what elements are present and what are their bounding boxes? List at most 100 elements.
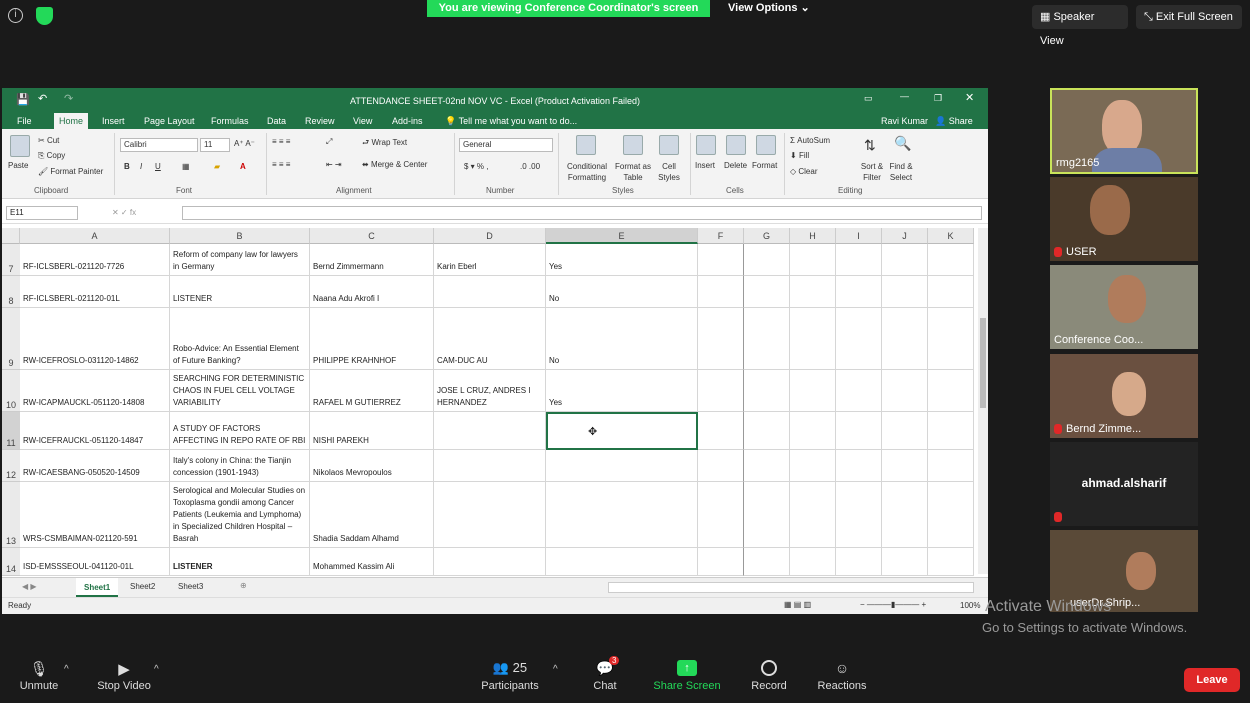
table-cell[interactable]: RF-ICLSBERL-021120-7726 bbox=[20, 244, 170, 276]
conditional-formatting-icon[interactable] bbox=[576, 135, 596, 155]
table-cell[interactable] bbox=[744, 370, 790, 412]
table-cell[interactable]: RW-ICAPMAUCKL-051120-14808 bbox=[20, 370, 170, 412]
table-cell[interactable] bbox=[698, 450, 744, 482]
table-cell[interactable] bbox=[744, 244, 790, 276]
table-cell[interactable] bbox=[836, 548, 882, 576]
table-cell[interactable]: WRS-CSMBAIMAN-021120-591 bbox=[20, 482, 170, 548]
sheet-tab-1[interactable]: Sheet1 bbox=[76, 578, 119, 597]
indent-icon[interactable]: ⇤ ⇥ bbox=[326, 160, 342, 169]
table-cell[interactable] bbox=[928, 450, 974, 482]
table-cell[interactable]: Robo-Advice: An Essential Element of Fut… bbox=[170, 308, 310, 370]
share-screen-button[interactable]: ↑ Share Screen bbox=[652, 660, 722, 692]
table-cell[interactable] bbox=[836, 412, 882, 450]
table-cell[interactable] bbox=[882, 244, 928, 276]
zoom-slider[interactable]: − ———▮——— + bbox=[860, 600, 926, 609]
chevron-up-icon[interactable]: ^ bbox=[154, 664, 159, 675]
insert-cells-button[interactable]: Insert bbox=[695, 161, 715, 170]
table-cell[interactable] bbox=[882, 276, 928, 308]
table-cell[interactable]: Mohammed Kassim Ali bbox=[310, 548, 434, 576]
video-tile[interactable]: Bernd Zimme... bbox=[1050, 354, 1198, 438]
tab-review[interactable]: Review bbox=[302, 113, 338, 129]
row-header[interactable]: 9 bbox=[2, 308, 20, 370]
sheet-nav-icon[interactable]: ◀ ▶ bbox=[22, 582, 37, 591]
stop-video-button[interactable]: ▶ Stop Video bbox=[94, 660, 154, 692]
table-cell[interactable]: LISTENER bbox=[170, 276, 310, 308]
column-header-i[interactable]: I bbox=[836, 228, 882, 244]
row-header[interactable]: 10 bbox=[2, 370, 20, 412]
table-cell[interactable] bbox=[434, 412, 546, 450]
table-cell[interactable] bbox=[836, 482, 882, 548]
video-tile[interactable]: USER bbox=[1050, 177, 1198, 261]
format-painter-button[interactable]: 🖌 Format Painter bbox=[38, 167, 103, 176]
table-cell[interactable] bbox=[882, 450, 928, 482]
table-cell[interactable] bbox=[790, 482, 836, 548]
cell-styles-button[interactable]: Cell Styles bbox=[654, 161, 684, 183]
table-cell[interactable] bbox=[882, 482, 928, 548]
cell-styles-icon[interactable] bbox=[659, 135, 679, 155]
select-all-corner[interactable] bbox=[2, 228, 20, 244]
column-header-d[interactable]: D bbox=[434, 228, 546, 244]
row-header[interactable]: 14 bbox=[2, 548, 20, 576]
fill-color-icon[interactable]: ▰ bbox=[214, 162, 220, 171]
format-as-table-icon[interactable] bbox=[623, 135, 643, 155]
exit-full-screen-button[interactable]: ⤡ Exit Full Screen bbox=[1136, 5, 1242, 29]
sort-filter-button[interactable]: Sort & Filter bbox=[858, 161, 886, 183]
table-cell[interactable]: SEARCHING FOR DETERMINISTIC CHAOS IN FUE… bbox=[170, 370, 310, 412]
magnifier-icon[interactable]: 🔍 bbox=[894, 135, 911, 152]
format-as-table-button[interactable]: Format as Table bbox=[613, 161, 653, 183]
view-options-button[interactable]: View Options ⌄ bbox=[728, 0, 810, 17]
table-cell[interactable]: Yes bbox=[546, 244, 698, 276]
format-cells-icon[interactable] bbox=[756, 135, 776, 155]
table-cell[interactable] bbox=[790, 548, 836, 576]
tab-page-layout[interactable]: Page Layout bbox=[141, 113, 198, 129]
column-header-f[interactable]: F bbox=[698, 228, 744, 244]
table-cell[interactable] bbox=[928, 482, 974, 548]
table-cell[interactable]: Karin Eberl bbox=[434, 244, 546, 276]
tab-formulas[interactable]: Formulas bbox=[208, 113, 252, 129]
table-cell[interactable] bbox=[434, 482, 546, 548]
video-tile[interactable]: ahmad.alsharif bbox=[1050, 442, 1198, 526]
table-cell[interactable] bbox=[546, 450, 698, 482]
chevron-up-icon[interactable]: ^ bbox=[553, 664, 558, 675]
table-cell[interactable] bbox=[698, 482, 744, 548]
sort-icon[interactable]: ⇅ bbox=[864, 137, 876, 154]
table-cell[interactable]: NISHI PAREKH bbox=[310, 412, 434, 450]
table-cell[interactable]: RF-ICLSBERL-021120-01L bbox=[20, 276, 170, 308]
leave-button[interactable]: Leave bbox=[1184, 668, 1240, 692]
column-header-j[interactable]: J bbox=[882, 228, 928, 244]
zoom-level[interactable]: 100% bbox=[960, 601, 980, 610]
table-cell[interactable] bbox=[744, 308, 790, 370]
table-cell[interactable] bbox=[790, 244, 836, 276]
scroll-thumb[interactable] bbox=[980, 318, 986, 408]
table-cell[interactable] bbox=[790, 276, 836, 308]
table-cell[interactable] bbox=[928, 370, 974, 412]
currency-percent-icon[interactable]: $ ▾ % , bbox=[464, 162, 488, 171]
row-header[interactable]: 11 bbox=[2, 412, 20, 450]
table-cell[interactable] bbox=[698, 548, 744, 576]
table-cell[interactable] bbox=[882, 412, 928, 450]
column-header-g[interactable]: G bbox=[744, 228, 790, 244]
table-cell[interactable] bbox=[836, 370, 882, 412]
column-header-b[interactable]: B bbox=[170, 228, 310, 244]
table-cell[interactable] bbox=[744, 276, 790, 308]
tab-data[interactable]: Data bbox=[264, 113, 289, 129]
table-cell[interactable]: Reform of company law for lawyers in Ger… bbox=[170, 244, 310, 276]
table-cell[interactable]: RAFAEL M GUTIERREZ bbox=[310, 370, 434, 412]
copy-button[interactable]: ⎘ Copy bbox=[38, 151, 65, 161]
speaker-view-button[interactable]: ▦ Speaker View bbox=[1032, 5, 1128, 47]
table-cell[interactable] bbox=[882, 548, 928, 576]
delete-cells-button[interactable]: Delete bbox=[724, 161, 747, 170]
merge-center-button[interactable]: ⬌ Merge & Center bbox=[362, 160, 427, 169]
paste-button[interactable]: Paste bbox=[8, 161, 28, 170]
delete-cells-icon[interactable] bbox=[726, 135, 746, 155]
table-cell[interactable] bbox=[434, 276, 546, 308]
table-cell[interactable] bbox=[790, 450, 836, 482]
grow-shrink-font-icon[interactable]: A⁺ A⁻ bbox=[234, 139, 255, 148]
orientation-icon[interactable]: ⤢ bbox=[326, 137, 332, 147]
table-cell[interactable]: Bernd Zimmermann bbox=[310, 244, 434, 276]
spreadsheet-grid[interactable]: A B C D E F G H I J K 7 RF-ICLSBERL-021120-7726 Refor… bbox=[2, 228, 978, 576]
table-cell[interactable] bbox=[790, 412, 836, 450]
table-cell[interactable] bbox=[546, 482, 698, 548]
table-cell[interactable] bbox=[836, 450, 882, 482]
column-header-k[interactable]: K bbox=[928, 228, 974, 244]
